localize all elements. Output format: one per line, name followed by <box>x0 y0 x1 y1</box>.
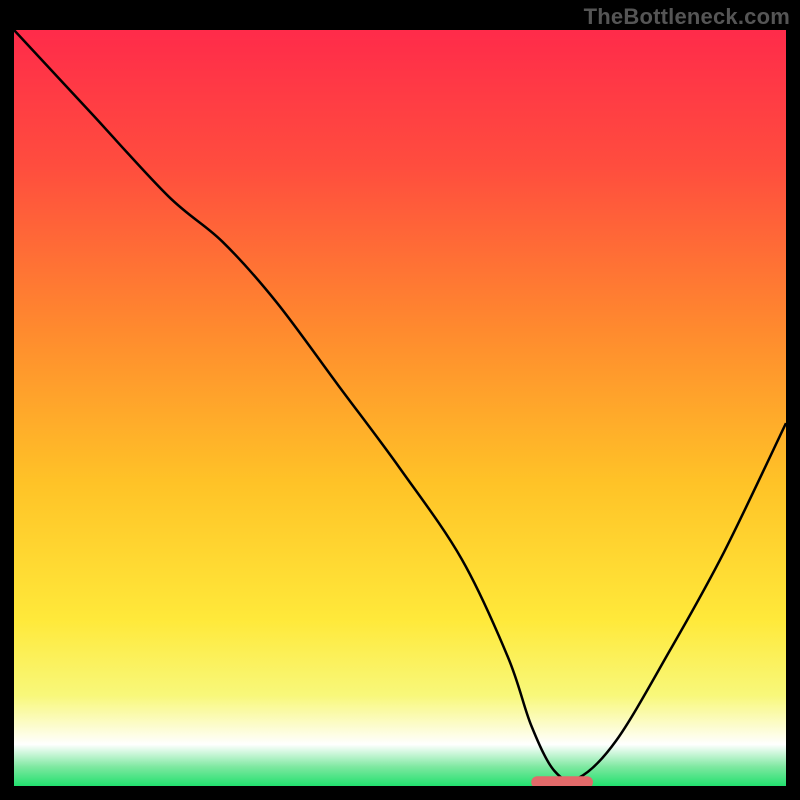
chart-frame: TheBottleneck.com <box>0 0 800 800</box>
plot-area <box>14 30 786 786</box>
optimal-marker <box>531 776 593 786</box>
watermark-text: TheBottleneck.com <box>584 4 790 30</box>
gradient-background <box>14 30 786 786</box>
chart-svg <box>14 30 786 786</box>
